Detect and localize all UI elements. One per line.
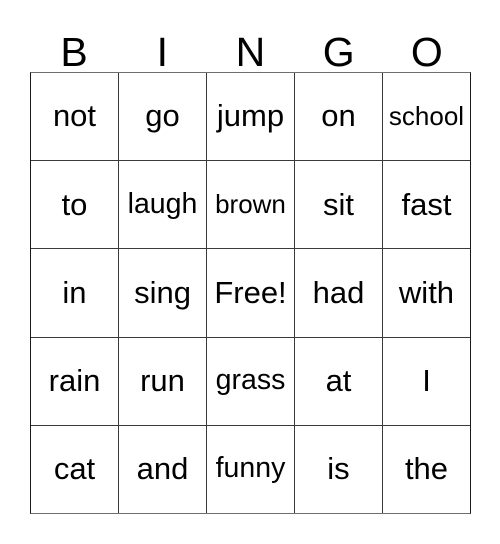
bingo-header-letter-b: B bbox=[60, 29, 88, 76]
bingo-cell[interactable]: sing bbox=[118, 249, 206, 337]
bingo-cell[interactable]: is bbox=[294, 425, 382, 514]
bingo-header-row: B I N G O bbox=[30, 20, 471, 76]
bingo-header-letter-n: N bbox=[235, 29, 266, 76]
bingo-row: not go jump on school bbox=[31, 73, 470, 161]
bingo-cell[interactable]: funny bbox=[206, 425, 294, 514]
bingo-cell[interactable]: on bbox=[294, 73, 382, 161]
bingo-cell[interactable]: in bbox=[31, 249, 118, 336]
bingo-cell-label: on bbox=[321, 98, 356, 134]
bingo-cell-label: school bbox=[388, 100, 465, 131]
bingo-header-cell-n: N bbox=[206, 20, 294, 76]
bingo-row: to laugh brown sit fast bbox=[31, 160, 470, 249]
bingo-row: cat and funny is the bbox=[31, 424, 470, 514]
bingo-cell[interactable]: grass bbox=[206, 337, 294, 425]
bingo-cell[interactable]: brown bbox=[206, 161, 294, 249]
bingo-cell-label: the bbox=[404, 451, 449, 487]
bingo-cell-label: funny bbox=[215, 452, 286, 485]
bingo-cell-label: to bbox=[61, 186, 88, 222]
bingo-cell[interactable]: with bbox=[382, 249, 470, 337]
bingo-cell-label: laugh bbox=[127, 187, 198, 220]
bingo-cell[interactable]: rain bbox=[31, 338, 118, 425]
bingo-cell-label: and bbox=[136, 451, 189, 487]
bingo-cell-label: run bbox=[140, 362, 185, 398]
bingo-cell-label: cat bbox=[53, 451, 96, 487]
bingo-cell-label: jump bbox=[216, 98, 285, 134]
bingo-header-letter-o: O bbox=[410, 29, 443, 76]
bingo-cell-label: sing bbox=[134, 274, 191, 310]
bingo-cell-label: fast bbox=[401, 186, 452, 222]
bingo-cell-label: at bbox=[325, 362, 352, 398]
bingo-header-cell-b: B bbox=[30, 20, 118, 76]
bingo-header-cell-i: I bbox=[118, 20, 206, 76]
bingo-header-cell-g: G bbox=[295, 20, 383, 76]
bingo-cell[interactable]: had bbox=[294, 249, 382, 337]
bingo-header-letter-i: I bbox=[156, 29, 168, 76]
bingo-row: in sing Free! had with bbox=[31, 248, 470, 337]
bingo-grid: not go jump on school to laugh brown sit… bbox=[30, 72, 471, 514]
bingo-row: rain run grass at I bbox=[31, 336, 470, 425]
bingo-cell-label: in bbox=[62, 274, 87, 310]
bingo-cell[interactable]: run bbox=[118, 337, 206, 425]
bingo-cell-label: had bbox=[312, 274, 365, 310]
bingo-cell[interactable]: school bbox=[382, 73, 470, 161]
bingo-cell-free-space[interactable]: Free! bbox=[206, 249, 294, 337]
bingo-cell[interactable]: fast bbox=[382, 161, 470, 249]
bingo-free-space-label: Free! bbox=[214, 274, 287, 310]
bingo-cell-label: grass bbox=[215, 364, 286, 397]
bingo-cell[interactable]: not bbox=[31, 73, 118, 160]
bingo-cell-label: brown bbox=[215, 189, 286, 220]
bingo-cell-label: sit bbox=[323, 186, 354, 222]
bingo-cell-label: with bbox=[398, 274, 455, 310]
bingo-cell[interactable]: jump bbox=[206, 73, 294, 161]
bingo-cell[interactable]: I bbox=[382, 337, 470, 425]
bingo-cell-label: I bbox=[422, 362, 431, 398]
bingo-cell[interactable]: sit bbox=[294, 161, 382, 249]
bingo-header-cell-o: O bbox=[383, 20, 471, 76]
bingo-cell[interactable]: go bbox=[118, 73, 206, 161]
bingo-card: B I N G O not go jump on school to laugh… bbox=[30, 20, 471, 514]
bingo-cell-label: is bbox=[327, 451, 350, 487]
bingo-cell[interactable]: the bbox=[382, 425, 470, 514]
bingo-cell[interactable]: and bbox=[118, 425, 206, 514]
bingo-cell-label: rain bbox=[48, 362, 101, 398]
bingo-cell[interactable]: laugh bbox=[118, 161, 206, 249]
bingo-cell[interactable]: cat bbox=[31, 426, 118, 513]
bingo-cell[interactable]: to bbox=[31, 161, 118, 248]
bingo-header-letter-g: G bbox=[322, 29, 355, 76]
bingo-cell-label: go bbox=[145, 98, 180, 134]
bingo-cell[interactable]: at bbox=[294, 337, 382, 425]
bingo-cell-label: not bbox=[52, 98, 97, 134]
